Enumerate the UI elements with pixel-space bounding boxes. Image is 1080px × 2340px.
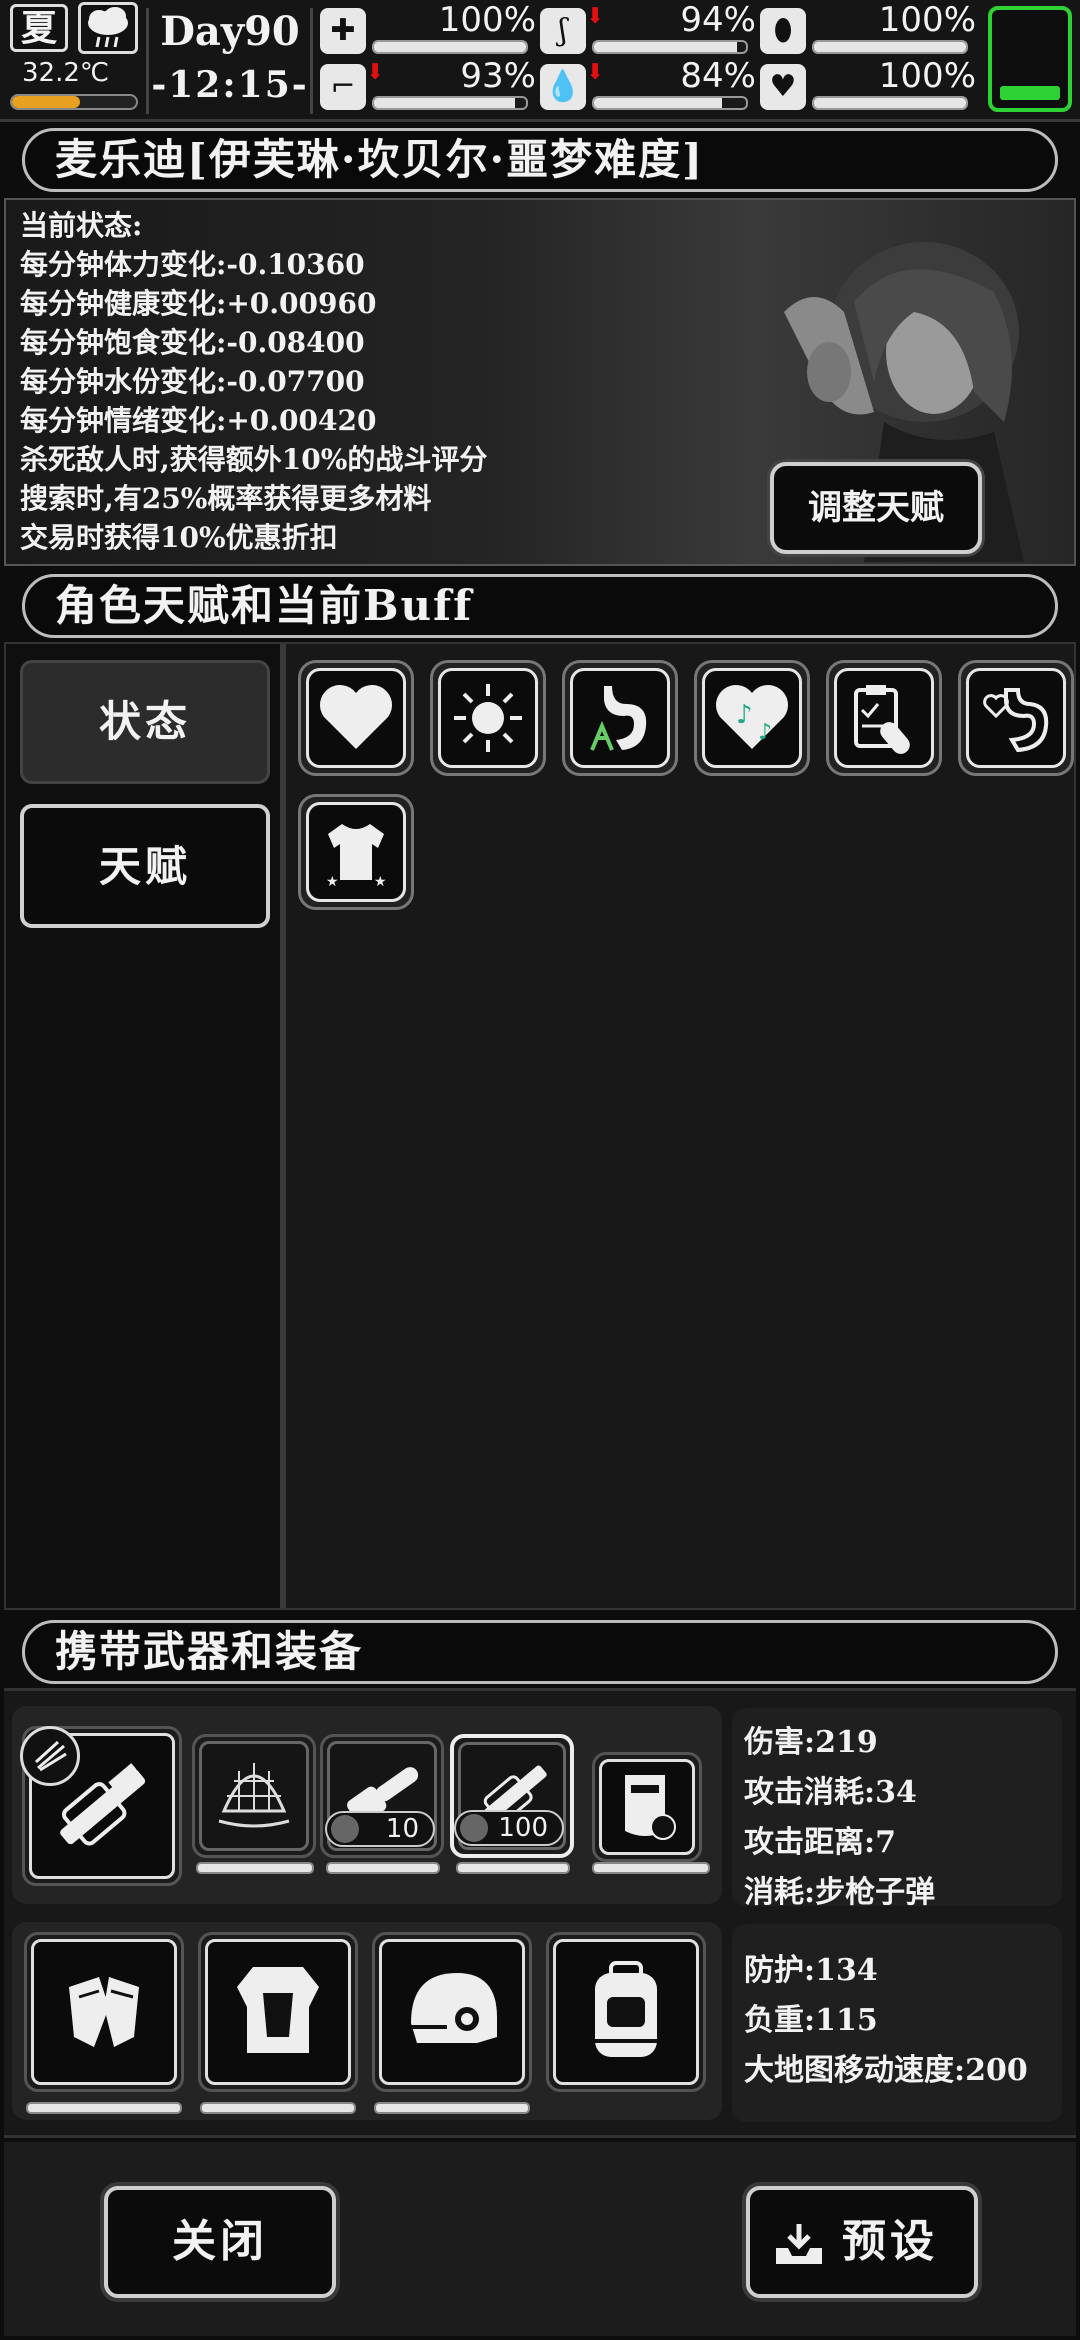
status-line: 每分钟健康变化:+0.00960 <box>20 287 377 320</box>
water-drop-icon: 💧 <box>540 64 586 110</box>
map-speed-value: 大地图移动速度:200 <box>744 2053 1028 2088</box>
battery-indicator <box>988 6 1072 112</box>
status-lines: 当前状态: 每分钟体力变化:-0.10360 每分钟健康变化:+0.00960 … <box>20 206 487 557</box>
body-armor-slot[interactable] <box>198 1932 358 2092</box>
capsule-icon: ⬮ <box>760 8 806 54</box>
stomach-plant-buff-icon[interactable] <box>562 660 678 776</box>
down-arrow-icon: ⬇ <box>366 60 385 85</box>
armor-info: 防护:134 负重:115 大地图移动速度:200 <box>732 1924 1062 2122</box>
stamina-stat: ✚ 100% <box>320 0 540 56</box>
durability-bar <box>200 2102 356 2114</box>
clipboard-pill-buff-icon[interactable] <box>826 660 942 776</box>
character-status-panel: 当前状态: 每分钟体力变化:-0.10360 每分钟健康变化:+0.00960 … <box>4 198 1076 566</box>
status-line: 每分钟水份变化:-0.07700 <box>20 365 365 398</box>
heart-stomach-buff-icon[interactable] <box>958 660 1074 776</box>
tab-talent[interactable]: 天赋 <box>20 804 270 928</box>
svg-text:★: ★ <box>374 874 387 890</box>
heart-icon: ♥ <box>760 64 806 110</box>
buff-section-title: 角色天赋和当前Buff <box>22 574 1058 638</box>
heart-buff-icon[interactable] <box>298 660 414 776</box>
close-button[interactable]: 关闭 <box>104 2186 336 2298</box>
durability-bar <box>456 1862 570 1874</box>
backpack-slot[interactable] <box>546 1932 706 2092</box>
stomach-icon: ʃ <box>540 8 586 54</box>
equipment-title: 携带武器和装备 <box>22 1620 1058 1684</box>
durability-bar <box>374 2102 530 2114</box>
mood-stat: ♥ 100% <box>760 56 980 112</box>
character-title: 麦乐迪[伊芙琳·坎贝尔·噩梦难度] <box>22 128 1058 192</box>
status-heading: 当前状态: <box>20 209 143 242</box>
attack-range-value: 攻击距离:7 <box>744 1825 896 1860</box>
rifle-slot-selected[interactable]: 100 <box>450 1734 574 1858</box>
chainsaw-slot[interactable]: 10 <box>320 1734 444 1858</box>
status-line: 杀死敌人时,获得额外10%的战斗评分 <box>20 443 488 476</box>
down-arrow-icon: ⬇ <box>586 4 605 29</box>
status-line: 搜索时,有25%概率获得更多材料 <box>20 482 432 515</box>
attack-cost-value: 攻击消耗:34 <box>744 1775 917 1810</box>
music-heart-buff-icon[interactable]: ♪ ♪ <box>694 660 810 776</box>
medkit-icon: ✚ <box>320 8 366 54</box>
durability-bar <box>196 1862 314 1874</box>
temperature-bar <box>10 94 138 110</box>
ammo-consume-value: 消耗:步枪子弹 <box>744 1875 936 1910</box>
ammo-count: 100 <box>454 1810 564 1846</box>
status-line: 每分钟体力变化:-0.10360 <box>20 248 365 281</box>
bottom-bar: 关闭 预设 <box>4 2142 1076 2336</box>
damage-value: 伤害:219 <box>744 1725 878 1760</box>
durability-bar <box>592 1862 710 1874</box>
status-hud: 夏 32.2℃ Day90 -12:15- ✚ 100% ʃ ⬇ 94% ⬮ 1… <box>0 0 1080 122</box>
hunger-stat: ʃ ⬇ 94% <box>540 0 760 56</box>
ammo-count: 10 <box>325 1811 435 1847</box>
helmet-slot[interactable] <box>372 1932 532 2092</box>
season-indicator: 夏 <box>10 4 68 52</box>
water-stat: 💧 ⬇ 84% <box>540 56 760 112</box>
status-line: 每分钟饱食变化:-0.08400 <box>20 326 365 359</box>
tab-status[interactable]: 状态 <box>20 660 270 784</box>
carry-weight-value: 负重:115 <box>744 2003 878 2038</box>
svg-text:♪: ♪ <box>758 720 772 745</box>
day-counter: Day90 <box>160 8 300 55</box>
adjust-talent-button[interactable]: 调整天赋 <box>770 462 982 554</box>
riot-shield-slot[interactable] <box>592 1752 702 1862</box>
buff-section: 状态 天赋 ♪ ♪ ★ ★ <box>4 642 1076 1610</box>
health-capsule-stat: ⬮ 100% <box>760 0 980 56</box>
boot-icon: ⌐ <box>320 64 366 110</box>
bullets-icon <box>460 1814 488 1842</box>
status-line: 交易时获得10%优惠折扣 <box>20 521 338 554</box>
preset-button[interactable]: 预设 <box>746 2186 978 2298</box>
down-arrow-icon: ⬇ <box>586 60 605 85</box>
ammo-type-icon <box>20 1726 80 1786</box>
gloves-slot[interactable] <box>24 1932 184 2092</box>
svg-text:★: ★ <box>326 874 339 890</box>
buff-tabs: 状态 天赋 <box>6 644 286 1608</box>
svg-text:♪: ♪ <box>736 700 753 730</box>
sun-buff-icon[interactable] <box>430 660 546 776</box>
fuel-icon <box>331 1815 359 1843</box>
net-trap-slot[interactable] <box>192 1734 316 1858</box>
temperature-value: 32.2℃ <box>22 58 110 88</box>
status-line: 每分钟情绪变化:+0.00420 <box>20 404 377 437</box>
game-clock: -12:15- <box>151 64 309 106</box>
shirt-buff-icon[interactable]: ★ ★ <box>298 794 414 910</box>
protection-value: 防护:134 <box>744 1953 878 1988</box>
durability-bar <box>26 2102 182 2114</box>
weapon-info: 伤害:219 攻击消耗:34 攻击距离:7 消耗:步枪子弹 <box>732 1708 1062 1910</box>
cloud-rain-icon <box>78 2 138 54</box>
preset-icon <box>776 2224 822 2264</box>
durability-bar <box>326 1862 440 1874</box>
energy-stat: ⌐ ⬇ 93% <box>320 56 540 112</box>
